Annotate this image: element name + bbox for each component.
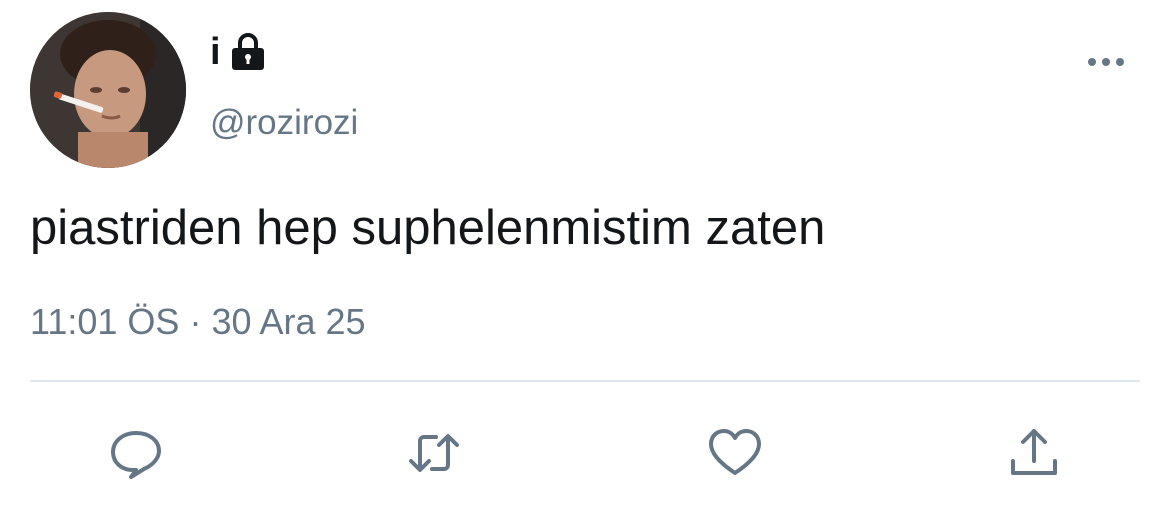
- share-button[interactable]: [1004, 425, 1064, 485]
- user-handle[interactable]: @rozirozi: [210, 101, 358, 145]
- reply-button[interactable]: [106, 425, 166, 485]
- lock-icon: [229, 32, 267, 72]
- tweet-card: i @rozirozi piastriden hep suphelenmisti…: [0, 0, 1170, 515]
- divider: [30, 380, 1140, 382]
- reply-icon: [108, 425, 164, 486]
- share-icon: [1006, 425, 1062, 486]
- tweet-time: 11:01 ÖS: [30, 301, 180, 342]
- tweet-timestamp[interactable]: 11:01 ÖS · 30 Ara 25: [30, 298, 366, 346]
- like-button[interactable]: [705, 425, 765, 485]
- tweet-text: piastriden hep suphelenmistim zaten: [30, 201, 826, 255]
- meta-separator: ·: [189, 301, 202, 342]
- display-name[interactable]: i: [210, 30, 221, 74]
- heart-icon: [707, 425, 763, 486]
- avatar[interactable]: [30, 12, 186, 168]
- tweet-date: 30 Ara 25: [211, 301, 366, 342]
- retweet-button[interactable]: [404, 425, 464, 485]
- more-icon[interactable]: [1086, 54, 1126, 70]
- retweet-icon: [406, 425, 462, 486]
- name-row: i: [210, 30, 267, 74]
